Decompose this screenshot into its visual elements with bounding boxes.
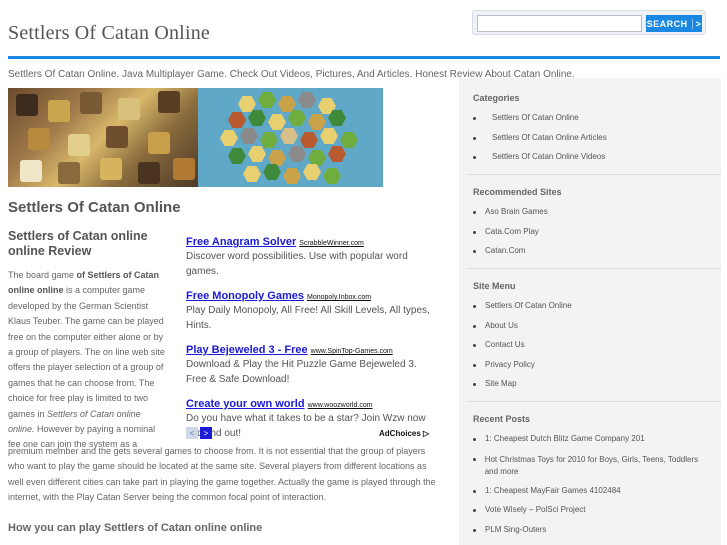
ad-url-link[interactable]: ScrabbleWinner.com (299, 240, 364, 247)
sidebar-item-recent[interactable]: 1: Cheapest MayFair Games 4102484 (473, 486, 621, 495)
ad-title-link[interactable]: Free Anagram Solver (186, 236, 296, 248)
ad-item: Play Bejeweled 3 - Free www.SpinTop-Games… (186, 340, 434, 387)
sidebar-item-label: Catan.Com (485, 246, 526, 255)
adchoices-label: AdChoices (379, 429, 421, 438)
site-title[interactable]: Settlers Of Catan Online (8, 22, 210, 45)
sidebar-item-label: Site Map (485, 379, 517, 388)
sidebar-item-menu[interactable]: Privacy Policy (473, 360, 535, 369)
bullet-icon (473, 364, 476, 367)
sidebar-item-label: Settlers Of Catan Online (492, 113, 579, 122)
adchoices-link[interactable]: AdChoices ▷ (379, 429, 429, 438)
bullet-icon (473, 211, 476, 214)
sidebar-item-recommended[interactable]: Catan.Com (473, 246, 525, 255)
sidebar-item-label: Privacy Policy (485, 360, 535, 369)
bullet-icon (473, 325, 476, 328)
sidebar-item-category[interactable]: Settlers Of Catan Online Articles (473, 133, 607, 142)
header-divider (8, 56, 720, 59)
article-body: premium member and the gets several game… (8, 446, 436, 503)
sidebar-item-label: 1: Cheapest Dutch Blitz Game Company 201 (485, 434, 645, 443)
search-button[interactable]: SEARCH > (646, 15, 702, 32)
chevron-right-icon[interactable]: > (200, 427, 212, 439)
ad-title-link[interactable]: Free Monopoly Games (186, 290, 304, 302)
sidebar-divider (467, 268, 721, 269)
bullet-icon (473, 137, 476, 140)
sidebar-item-label: Cata.Com Play (485, 227, 539, 236)
sidebar-item-category[interactable]: Settlers Of Catan Online Videos (473, 152, 605, 161)
sidebar-divider (467, 174, 721, 175)
header-banner-image (8, 88, 383, 187)
sidebar-item-label: Vote Wisely – PolSci Project (485, 505, 586, 514)
sidebar-item-label: PLM Sing-Outers (485, 525, 547, 534)
catan-board-image (198, 88, 383, 187)
bullet-icon (473, 117, 476, 120)
page-title: Settlers Of Catan Online (8, 199, 181, 216)
chevron-left-icon[interactable]: < (186, 427, 198, 439)
bullet-icon (473, 529, 476, 532)
ad-item: Free Monopoly Games Monopoly.Inbox.com Pl… (186, 286, 434, 333)
ad-url-link[interactable]: www.SpinTop-Games.com (311, 348, 393, 355)
sidebar-heading-categories: Categories (473, 93, 520, 103)
sidebar-item-label: Aso Brain Games (485, 207, 548, 216)
sidebar-item-recommended[interactable]: Cata.Com Play (473, 227, 539, 236)
ad-description: Play Daily Monopoly, All Free! All Skill… (186, 305, 430, 331)
article-title: Settlers of Catan online online Review (8, 229, 148, 258)
bullet-icon (473, 344, 476, 347)
bullet-icon (473, 250, 476, 253)
sidebar-item-recent[interactable]: Hot Christmas Toys for 2010 for Boys, Gi… (473, 454, 709, 478)
search-input[interactable] (477, 15, 642, 32)
catan-game-photo (8, 88, 198, 187)
ad-title-link[interactable]: Create your own world (186, 398, 305, 410)
search-button-label: SEARCH (646, 18, 688, 29)
ad-item: Free Anagram Solver ScrabbleWinner.com Di… (186, 232, 434, 279)
ad-url-link[interactable]: www.woozworld.com (308, 402, 373, 409)
sidebar-heading-recommended: Recommended Sites (473, 187, 562, 197)
intro-text: is a computer game developed by the Germ… (8, 285, 165, 419)
sidebar-item-label: Contact Us (485, 340, 525, 349)
sidebar-item-menu[interactable]: Settlers Of Catan Online (473, 301, 572, 310)
bullet-icon (473, 490, 476, 493)
sidebar-item-label: Hot Christmas Toys for 2010 for Boys, Gi… (484, 455, 699, 476)
sidebar-item-label: Settlers Of Catan Online Articles (492, 133, 607, 142)
intro-prefix: The board game (8, 270, 77, 280)
sidebar-item-label: About Us (485, 321, 518, 330)
ad-title-link[interactable]: Play Bejeweled 3 - Free (186, 344, 308, 356)
sidebar-item-recent[interactable]: PLM Sing-Outers (473, 525, 546, 534)
ad-navigation: < > (186, 427, 212, 439)
article-intro: The board game of Settlers of Catan onli… (8, 268, 168, 453)
sidebar-item-label: Settlers Of Catan Online Videos (492, 152, 606, 161)
sidebar-heading-site-menu: Site Menu (473, 281, 516, 291)
bullet-icon (473, 438, 476, 441)
sidebar-heading-recent-posts: Recent Posts (473, 414, 531, 424)
sidebar-item-label: 1: Cheapest MayFair Games 4102484 (485, 486, 621, 495)
sidebar-item-label: Settlers Of Catan Online (485, 301, 572, 310)
sidebar-item-menu[interactable]: About Us (473, 321, 518, 330)
adchoices-icon: ▷ (423, 429, 430, 438)
sidebar-item-category[interactable]: Settlers Of Catan Online (473, 113, 579, 122)
section-heading: How you can play Settlers of Catan onlin… (8, 522, 263, 534)
sidebar-item-recent[interactable]: 1: Cheapest Dutch Blitz Game Company 201 (473, 434, 645, 443)
ad-block: Free Anagram Solver ScrabbleWinner.com Di… (186, 232, 434, 448)
sidebar-item-recommended[interactable]: Aso Brain Games (473, 207, 548, 216)
sidebar: Categories Settlers Of Catan Online Sett… (459, 78, 721, 545)
bullet-icon (473, 509, 476, 512)
bullet-icon (473, 156, 476, 159)
bullet-icon (473, 383, 476, 386)
search-box: SEARCH > (472, 10, 706, 35)
sidebar-item-recent[interactable]: Vote Wisely – PolSci Project (473, 505, 585, 514)
sidebar-item-menu[interactable]: Site Map (473, 379, 517, 388)
ad-description: Download & Play the Hit Puzzle Game Beje… (186, 359, 417, 385)
ad-description: Discover word possibilities. Use with po… (186, 251, 408, 277)
ad-url-link[interactable]: Monopoly.Inbox.com (307, 294, 371, 301)
bullet-icon (473, 458, 476, 461)
bullet-icon (473, 231, 476, 234)
sidebar-item-menu[interactable]: Contact Us (473, 340, 525, 349)
chevron-right-icon: > (691, 18, 702, 29)
bullet-icon (473, 305, 476, 308)
sidebar-divider (467, 401, 721, 402)
